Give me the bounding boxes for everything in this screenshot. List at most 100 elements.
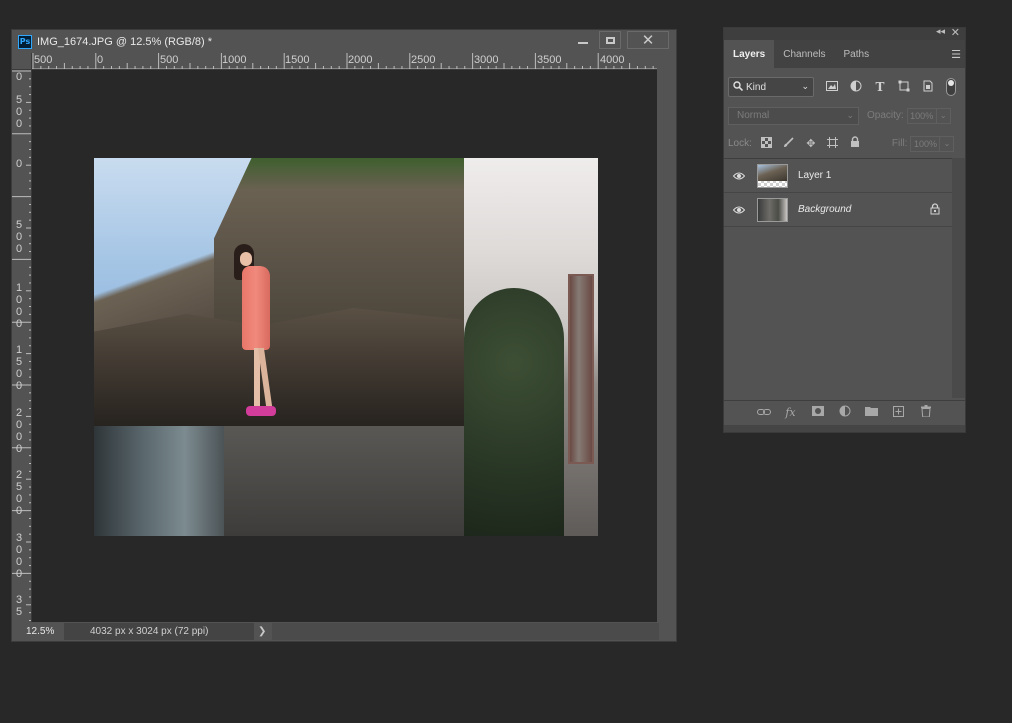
vertical-ruler[interactable]: 0 5 0 0 0 5 0 0 1 0 0 0 1 5 0 0 2 0 0 0 …: [12, 70, 32, 622]
ruler-v-label: 3 0 0 0: [16, 532, 23, 580]
lock-position-move-icon[interactable]: ✥: [800, 137, 822, 150]
tab-paths[interactable]: Paths: [835, 40, 879, 68]
lock-row: Lock: ✥ Fill: 100% ⌄: [728, 134, 962, 153]
ruler-v-label: 3 5: [16, 594, 23, 618]
blend-mode-select[interactable]: Normal ⌄: [728, 106, 859, 125]
layers-panel: ◂◂ ✕ Layers Channels Paths ☰ Kind ⌄ T No…: [723, 26, 966, 433]
collapse-panel-icon[interactable]: ◂◂: [936, 27, 945, 37]
panel-resize-grip[interactable]: [724, 425, 965, 432]
ruler-v-label: 5 0 0: [16, 94, 23, 130]
add-mask-icon[interactable]: [804, 406, 831, 419]
filter-kind-select[interactable]: Kind ⌄: [728, 77, 814, 97]
shape-layer-filter-icon[interactable]: [892, 80, 916, 95]
new-layer-icon[interactable]: [885, 405, 912, 420]
chevron-down-icon: ⌄: [846, 109, 854, 120]
lock-pixels-brush-icon[interactable]: [778, 136, 800, 151]
document-image[interactable]: [94, 158, 598, 536]
panel-header-bar[interactable]: ◂◂ ✕: [724, 26, 965, 40]
person-figure: [234, 244, 284, 424]
search-icon: [733, 80, 744, 94]
ruler-v-label: 1 5 0 0: [16, 344, 23, 392]
tab-layers[interactable]: Layers: [724, 40, 775, 68]
opacity-dropdown-icon[interactable]: ⌄: [936, 107, 951, 124]
filter-toggle-switch[interactable]: [946, 78, 956, 96]
layers-list: Layer 1 Background: [724, 158, 952, 398]
panel-menu-icon[interactable]: ☰: [951, 48, 961, 61]
fill-label: Fill:: [891, 138, 908, 149]
status-menu-arrow-icon[interactable]: ❯: [258, 626, 266, 637]
building-window: [568, 274, 594, 464]
horizontal-scrollbar[interactable]: [272, 623, 659, 640]
layer-filter-row: Kind ⌄ T: [728, 76, 962, 98]
ruler-origin[interactable]: [12, 53, 32, 70]
ruler-v-label: 2 5 0 0: [16, 469, 23, 517]
ruler-h-label: 2000: [348, 54, 373, 66]
ruler-v-label: 0: [16, 158, 23, 170]
maximize-button[interactable]: [598, 30, 622, 50]
blend-row: Normal ⌄ Opacity: 100% ⌄: [728, 106, 962, 125]
filter-kind-label: Kind: [746, 81, 767, 93]
vertical-scrollbar[interactable]: [657, 53, 676, 622]
visibility-eye-icon[interactable]: [724, 203, 754, 217]
status-bar: 12.5% 4032 px x 3024 px (72 ppi) ❯: [12, 622, 676, 641]
ruler-v-label: 2 0 0 0: [16, 407, 23, 455]
adjustment-layer-filter-icon[interactable]: [844, 80, 868, 95]
fill-dropdown-icon[interactable]: ⌄: [940, 135, 955, 152]
maximize-icon: [605, 36, 615, 44]
layer-thumbnail: [757, 197, 788, 222]
layer-row-layer-1[interactable]: Layer 1: [724, 159, 952, 193]
lock-transparency-icon[interactable]: [756, 136, 778, 151]
person-dress: [242, 266, 270, 350]
zoom-level-field[interactable]: 12.5%: [12, 626, 64, 637]
close-panel-icon[interactable]: ✕: [951, 26, 960, 39]
layer-1-image: [94, 158, 464, 426]
layer-name: Background: [798, 204, 852, 215]
fill-field[interactable]: 100%: [910, 135, 941, 152]
visibility-eye-icon[interactable]: [724, 169, 754, 183]
alley-ground: [224, 426, 464, 536]
blend-mode-value: Normal: [737, 110, 770, 121]
horizontal-ruler[interactable]: 500 0 500 1000 1500 2000 2500 3000 3500 …: [32, 53, 657, 70]
layer-lock-icon[interactable]: [930, 203, 940, 218]
tree: [464, 288, 564, 536]
person-shoes: [246, 406, 276, 416]
document-window: Ps IMG_1674.JPG @ 12.5% (RGB/8) * ✕ 500 …: [11, 29, 677, 642]
delete-layer-trash-icon[interactable]: [912, 405, 939, 420]
opacity-label: Opacity:: [867, 110, 904, 121]
layer-name: Layer 1: [798, 170, 832, 181]
ruler-h-label: 2500: [411, 54, 436, 66]
ruler-h-label: 500: [160, 54, 179, 66]
layer-row-background[interactable]: Background: [724, 193, 952, 227]
panel-bottom-toolbar: fx: [724, 400, 965, 424]
close-button[interactable]: ✕: [626, 30, 670, 50]
type-layer-filter-icon[interactable]: T: [868, 80, 892, 94]
ruler-v-label: 5 0 0: [16, 219, 23, 255]
panel-tabs: Layers Channels Paths ☰: [724, 40, 965, 68]
ruler-h-label: 500: [34, 54, 53, 66]
ruler-h-label: 1000: [222, 54, 247, 66]
ruler-h-label: 4000: [600, 54, 625, 66]
lock-all-icon[interactable]: [844, 136, 866, 151]
canvas-area[interactable]: [32, 70, 657, 622]
lock-artboard-icon[interactable]: [822, 136, 844, 151]
new-group-folder-icon[interactable]: [858, 406, 885, 419]
layer-thumbnail: [757, 163, 788, 188]
adjustment-layer-icon[interactable]: [831, 405, 858, 420]
horizontal-ruler-ticks: [32, 53, 657, 69]
ruler-h-label: 0: [97, 54, 104, 66]
document-title-bar[interactable]: Ps IMG_1674.JPG @ 12.5% (RGB/8) * ✕: [12, 30, 676, 53]
document-info: 4032 px x 3024 px (72 ppi): [64, 623, 254, 640]
minimize-button[interactable]: [572, 30, 594, 50]
photoshop-app-icon: Ps: [18, 34, 32, 49]
pixel-layer-filter-icon[interactable]: [820, 80, 844, 94]
smart-object-filter-icon[interactable]: [916, 80, 940, 95]
minimize-icon: [578, 42, 588, 44]
close-icon: ✕: [641, 31, 655, 49]
alley-wall: [94, 426, 224, 536]
layers-scrollbar[interactable]: [952, 158, 965, 398]
ruler-v-label: 0: [16, 71, 23, 83]
fx-layer-style-icon[interactable]: fx: [777, 406, 804, 419]
opacity-field[interactable]: 100%: [906, 107, 937, 124]
link-layers-icon[interactable]: [750, 406, 777, 419]
tab-channels[interactable]: Channels: [774, 40, 834, 68]
